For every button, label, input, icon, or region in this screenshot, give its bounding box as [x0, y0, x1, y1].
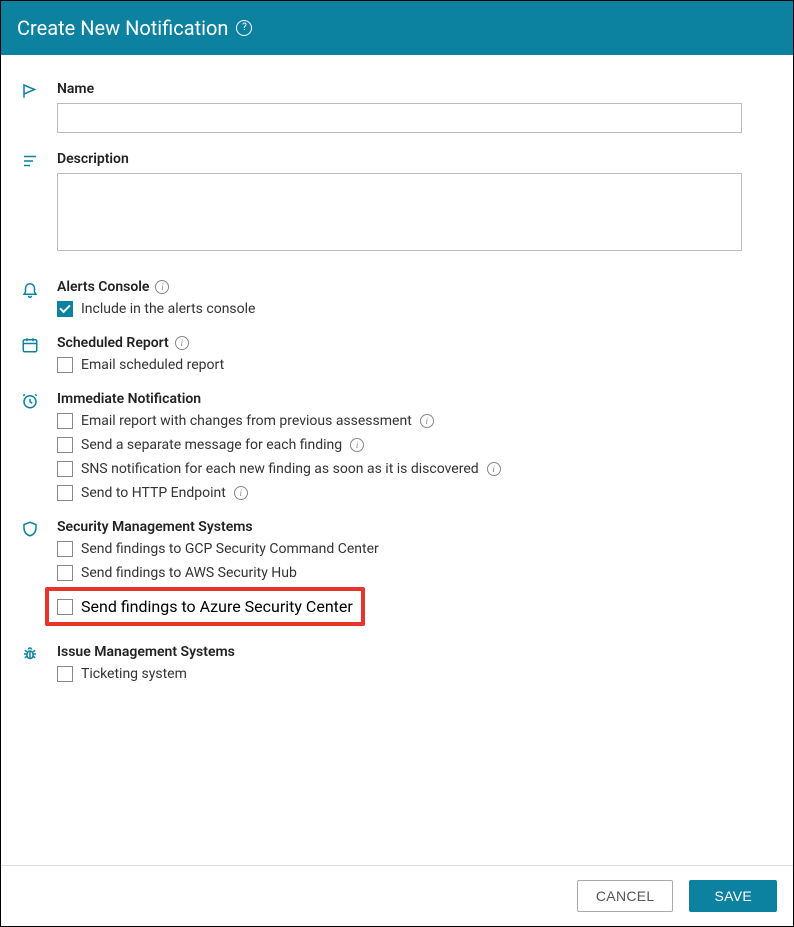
section-alerts: Alerts Console i Include in the alerts c… [21, 279, 773, 317]
security-option-label: Send findings to Azure Security Center [81, 597, 353, 616]
info-icon[interactable]: i [234, 486, 248, 500]
dialog-footer: CANCEL SAVE [1, 865, 793, 926]
scheduled-email-row: Email scheduled report [57, 357, 773, 373]
alerts-include-checkbox[interactable] [57, 301, 73, 317]
section-description: Description [21, 151, 773, 255]
dialog-header: Create New Notification ? [1, 1, 793, 55]
immediate-checkbox-2[interactable] [57, 461, 73, 477]
security-label: Security Management Systems [57, 519, 773, 535]
security-azure-highlight: Send findings to Azure Security Center [45, 587, 365, 626]
immediate-label: Immediate Notification [57, 391, 773, 407]
immediate-option-row: Send a separate message for each finding… [57, 437, 773, 453]
section-security: Security Management Systems Send finding… [21, 519, 773, 626]
description-icon [21, 152, 39, 170]
name-input[interactable] [57, 103, 742, 133]
immediate-option-label: Send to HTTP Endpoint [81, 485, 226, 501]
alerts-label: Alerts Console i [57, 279, 773, 295]
info-icon[interactable]: i [487, 462, 501, 476]
scheduled-email-checkbox[interactable] [57, 357, 73, 373]
security-checkbox-aws[interactable] [57, 565, 73, 581]
section-issue: Issue Management Systems Ticketing syste… [21, 644, 773, 682]
immediate-option-row: SNS notification for each new finding as… [57, 461, 773, 477]
dialog-content: Name Description Alerts Console i Includ… [1, 55, 793, 865]
bug-icon [21, 645, 39, 663]
security-option-row: Send findings to GCP Security Command Ce… [57, 541, 773, 557]
issue-ticketing-checkbox[interactable] [57, 666, 73, 682]
section-name: Name [21, 81, 773, 133]
scheduled-label: Scheduled Report i [57, 335, 773, 351]
shield-icon [21, 520, 39, 538]
immediate-option-label: SNS notification for each new finding as… [81, 461, 479, 477]
issue-ticketing-label: Ticketing system [81, 666, 187, 682]
info-icon[interactable]: i [420, 414, 434, 428]
immediate-checkbox-0[interactable] [57, 413, 73, 429]
flag-icon [21, 82, 39, 100]
scheduled-email-label: Email scheduled report [81, 357, 224, 373]
name-label: Name [57, 81, 773, 97]
immediate-option-row: Email report with changes from previous … [57, 413, 773, 429]
security-option-row: Send findings to AWS Security Hub [57, 565, 773, 581]
info-icon[interactable]: i [155, 280, 169, 294]
security-checkbox-azure[interactable] [57, 599, 73, 615]
section-scheduled: Scheduled Report i Email scheduled repor… [21, 335, 773, 373]
immediate-option-label: Send a separate message for each finding [81, 437, 342, 453]
alerts-include-row: Include in the alerts console [57, 301, 773, 317]
issue-label: Issue Management Systems [57, 644, 773, 660]
immediate-checkbox-3[interactable] [57, 485, 73, 501]
scheduled-label-text: Scheduled Report [57, 335, 169, 351]
calendar-icon [21, 336, 39, 354]
alerts-label-text: Alerts Console [57, 279, 149, 295]
issue-ticketing-row: Ticketing system [57, 666, 773, 682]
clock-icon [21, 392, 39, 410]
info-icon[interactable]: i [350, 438, 364, 452]
immediate-option-label: Email report with changes from previous … [81, 413, 412, 429]
info-icon[interactable]: i [175, 336, 189, 350]
immediate-checkbox-1[interactable] [57, 437, 73, 453]
dialog-title: Create New Notification [17, 16, 228, 40]
security-option-label: Send findings to GCP Security Command Ce… [81, 541, 379, 557]
security-option-label: Send findings to AWS Security Hub [81, 565, 297, 581]
save-button[interactable]: SAVE [689, 880, 777, 912]
section-immediate: Immediate Notification Email report with… [21, 391, 773, 501]
bell-icon [21, 280, 39, 298]
immediate-option-row: Send to HTTP Endpoint i [57, 485, 773, 501]
security-checkbox-gcp[interactable] [57, 541, 73, 557]
description-label: Description [57, 151, 773, 167]
alerts-include-label: Include in the alerts console [81, 301, 255, 317]
cancel-button[interactable]: CANCEL [577, 880, 674, 912]
help-icon[interactable]: ? [236, 20, 252, 36]
description-input[interactable] [57, 173, 742, 251]
